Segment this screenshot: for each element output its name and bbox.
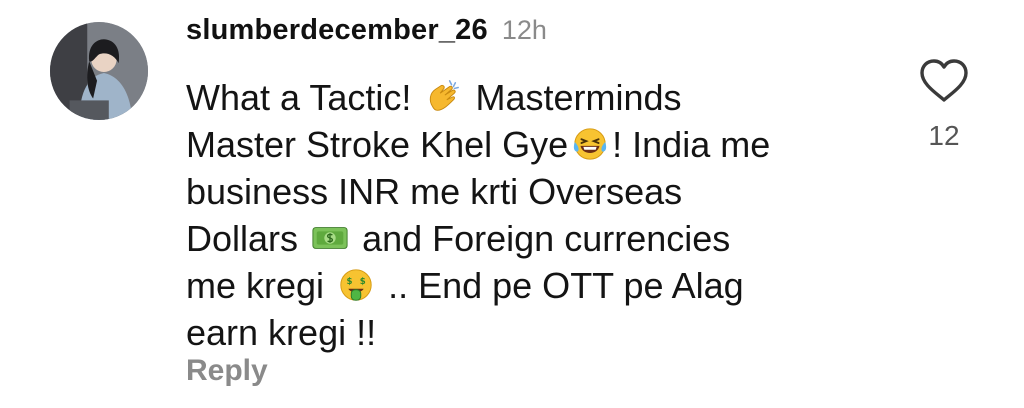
username-link[interactable]: slumberdecember_26 [186,14,488,47]
comment-line: Dollars and Foreign currencies [186,215,886,262]
comment-text-segment: ! India me [612,124,771,165]
comment-line: What a Tactic! Masterminds [186,74,886,121]
comment-text-segment: and Foreign currencies [362,218,731,259]
comment-line: me kregi $ $ .. End pe OTT pe Alag [186,262,886,309]
comment-text-segment: me kregi [186,265,325,306]
laughing-tears-emoji [571,125,609,163]
comment-text-segment: Master Stroke Khel Gye [186,124,569,165]
comment-text-segment: Masterminds [475,77,682,118]
avatar-image [50,22,148,120]
comment-line: earn kregi !! [186,309,886,356]
heart-outline-icon [920,59,968,102]
like-count: 12 [928,120,960,151]
comment-text-segment: What a Tactic! [186,77,412,118]
comment-text-segment: .. End pe OTT pe Alag [388,265,744,306]
like-button[interactable] [918,58,970,104]
comment-line: business INR me krti Overseas [186,168,886,215]
svg-text:$: $ [360,277,366,287]
comment-text-segment: Dollars [186,218,299,259]
timestamp: 12h [501,15,547,45]
avatar[interactable] [50,22,148,120]
dollar-banknote-emoji [311,219,349,257]
comment-text: What a Tactic! Masterminds Master Stroke… [186,74,886,356]
clapping-hands-emoji [424,78,462,116]
comment-text-segment: business INR me krti Overseas [186,171,683,212]
money-mouth-emoji: $ $ [337,266,375,304]
reply-button[interactable]: Reply [186,354,268,388]
svg-text:$: $ [347,277,353,287]
comment-header: slumberdecember_26 12h [186,14,547,47]
comment-text-segment: earn kregi !! [186,312,377,353]
comment-line: Master Stroke Khel Gye ! India me [186,121,886,168]
